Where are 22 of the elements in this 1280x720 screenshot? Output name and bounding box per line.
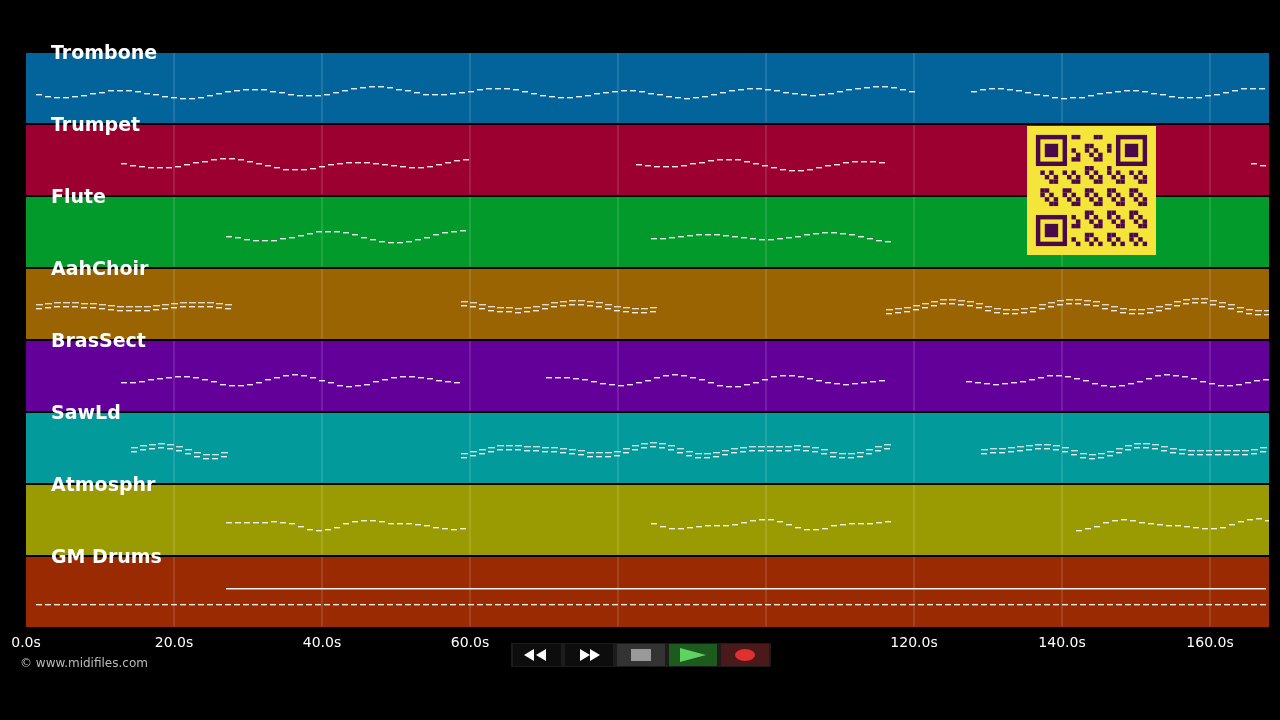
- time-tick-label: 120.0s: [890, 634, 938, 649]
- fast-forward-button[interactable]: [565, 644, 613, 666]
- time-tick-label: 140.0s: [1038, 634, 1086, 649]
- copyright-text: © www.midifiles.com: [20, 657, 148, 669]
- track-name: Trombone: [51, 43, 158, 62]
- stop-icon: [631, 649, 651, 661]
- stop-button[interactable]: [617, 644, 665, 666]
- time-tick-label: 0.0s: [11, 634, 41, 649]
- track-name: Atmosphr: [51, 475, 156, 494]
- time-tick-label: 160.0s: [1186, 634, 1234, 649]
- record-button[interactable]: [721, 644, 769, 666]
- time-tick-label: 40.0s: [302, 634, 342, 649]
- track-name: Trumpet: [51, 115, 141, 134]
- play-button[interactable]: [669, 644, 717, 666]
- record-icon: [735, 649, 755, 661]
- track-name: BrasSect: [51, 331, 146, 350]
- time-tick-label: 20.0s: [154, 634, 194, 649]
- track-name: AahChoir: [51, 259, 149, 278]
- time-tick-label: 60.0s: [450, 634, 490, 649]
- rewind-button[interactable]: [513, 644, 561, 666]
- qr-code-icon: [1027, 126, 1156, 255]
- play-icon: [680, 648, 706, 662]
